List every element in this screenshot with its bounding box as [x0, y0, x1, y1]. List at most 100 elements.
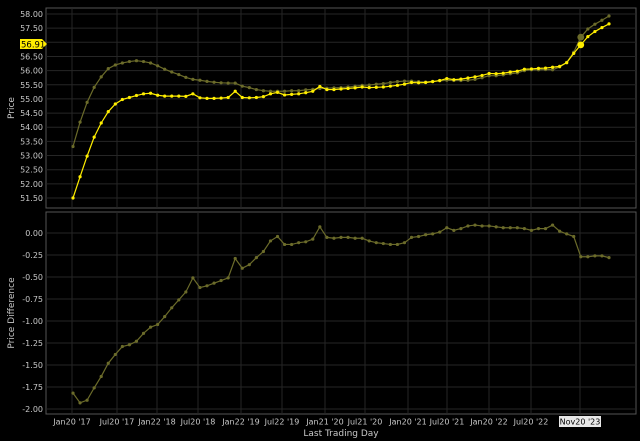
- price-difference-point: [550, 223, 555, 227]
- price-difference-point: [275, 234, 280, 239]
- price-difference-point: [579, 255, 583, 259]
- y-tick-label: -0.25: [22, 251, 43, 260]
- price-difference-point: [480, 224, 484, 228]
- primary-price-point: [261, 95, 266, 99]
- primary-price-point: [184, 94, 188, 98]
- primary-price-point: [92, 135, 96, 139]
- primary-price-point: [311, 89, 315, 93]
- y-tick-label: -2.00: [22, 405, 43, 414]
- primary-price-point: [466, 76, 470, 80]
- primary-price-point: [424, 80, 428, 85]
- x-tick-label: Jan20 '17: [52, 418, 90, 427]
- primary-price-point: [515, 69, 519, 73]
- y-tick-label: 55.50: [20, 81, 43, 90]
- price-difference-point: [388, 242, 392, 247]
- primary-price-point: [233, 89, 237, 93]
- price-difference-point: [409, 235, 414, 239]
- primary-price-point: [177, 94, 181, 98]
- secondary-price-point: [177, 72, 181, 77]
- secondary-price-point: [304, 88, 308, 92]
- x-tick-label: Jan20 '22: [469, 418, 507, 427]
- secondary-price-point: [141, 59, 146, 64]
- price-difference-point: [85, 398, 89, 402]
- price-difference-point: [170, 306, 174, 310]
- secondary-price-point: [233, 81, 237, 85]
- secondary-price-point: [71, 144, 75, 149]
- price-difference-point: [212, 281, 216, 285]
- price-difference-point: [402, 241, 407, 245]
- primary-price-point: [120, 97, 124, 102]
- x-tick-label: Nov20 '23: [560, 418, 601, 427]
- y-tick-label: -1.25: [22, 339, 43, 348]
- price-difference-point: [473, 223, 477, 227]
- price-difference-point: [600, 254, 604, 258]
- primary-price-point: [268, 92, 273, 96]
- price-difference-point: [445, 226, 449, 230]
- price-difference-point: [558, 229, 562, 233]
- primary-price-point: [212, 96, 216, 100]
- primary-price-point: [431, 80, 435, 84]
- y-tick-label: -1.50: [22, 361, 43, 370]
- x-tick-label: Jan20 '21: [388, 418, 426, 427]
- price-difference-point: [565, 232, 569, 236]
- primary-price-point: [318, 84, 322, 89]
- y-tick-label: 54.50: [20, 109, 43, 118]
- secondary-price-point: [388, 80, 392, 85]
- primary-price-point: [275, 90, 280, 95]
- price-difference-point: [233, 256, 237, 261]
- primary-price-point: [106, 110, 110, 114]
- price-difference-point: [247, 263, 251, 267]
- secondary-price-point: [106, 67, 110, 71]
- primary-price-point: [134, 93, 139, 98]
- y-tick-label: -0.75: [22, 295, 43, 304]
- primary-price-point: [445, 76, 449, 81]
- primary-price-point: [388, 84, 392, 88]
- primary-price-point: [148, 91, 153, 95]
- price-difference-point: [572, 234, 576, 239]
- secondary-price-point: [600, 18, 604, 22]
- price-difference-point: [466, 224, 470, 228]
- price-difference-point: [508, 226, 512, 230]
- primary-price-point: [402, 82, 407, 86]
- price-difference-point: [607, 256, 611, 260]
- secondary-price-point: [113, 63, 117, 67]
- y-tick-label: 56.00: [20, 67, 43, 76]
- chart-background: [0, 0, 640, 441]
- primary-price-point: [381, 85, 385, 89]
- price-difference-point: [367, 239, 371, 243]
- price-difference-point: [226, 276, 230, 280]
- x-tick-label: Jan22 '18: [137, 418, 175, 427]
- primary-price-point: [198, 96, 202, 100]
- primary-price-point: [247, 96, 251, 100]
- y-tick-label: -1.75: [22, 383, 43, 392]
- x-axis-label: Last Trading Day: [303, 429, 379, 439]
- secondary-price-point: [395, 80, 400, 84]
- secondary-price-point: [99, 75, 103, 79]
- secondary-price-point: [282, 89, 287, 93]
- secondary-price-point: [78, 120, 82, 124]
- primary-price-point: [543, 66, 548, 70]
- primary-price-point: [487, 71, 491, 76]
- price-chart: 51.50 52.00 52.50 53.00 53.50 54.00 54.50 55.00…: [0, 0, 640, 441]
- secondary-price-point: [156, 64, 160, 68]
- primary-price-point: [346, 86, 350, 91]
- price-difference-point: [198, 285, 202, 290]
- y-tick-label: 54.00: [20, 123, 43, 132]
- primary-price-point: [367, 86, 371, 90]
- price-difference-point: [261, 249, 266, 254]
- price-difference-point: [339, 235, 343, 239]
- primary-price-point: [600, 25, 604, 30]
- secondary-price-point: [205, 79, 209, 83]
- primary-price-point: [558, 64, 562, 68]
- price-difference-point: [318, 225, 322, 229]
- primary-price-point: [240, 95, 244, 100]
- price-difference-point: [522, 227, 526, 231]
- price-difference-point: [184, 290, 188, 294]
- secondary-price-point: [290, 89, 294, 93]
- price-difference-point: [163, 315, 167, 319]
- secondary-price-point: [92, 85, 96, 89]
- x-tick-label: Jul20 '18: [180, 418, 216, 427]
- primary-price-point: [282, 93, 287, 97]
- current-price-badge: 56.91: [20, 39, 47, 51]
- primary-price-point: [593, 29, 597, 34]
